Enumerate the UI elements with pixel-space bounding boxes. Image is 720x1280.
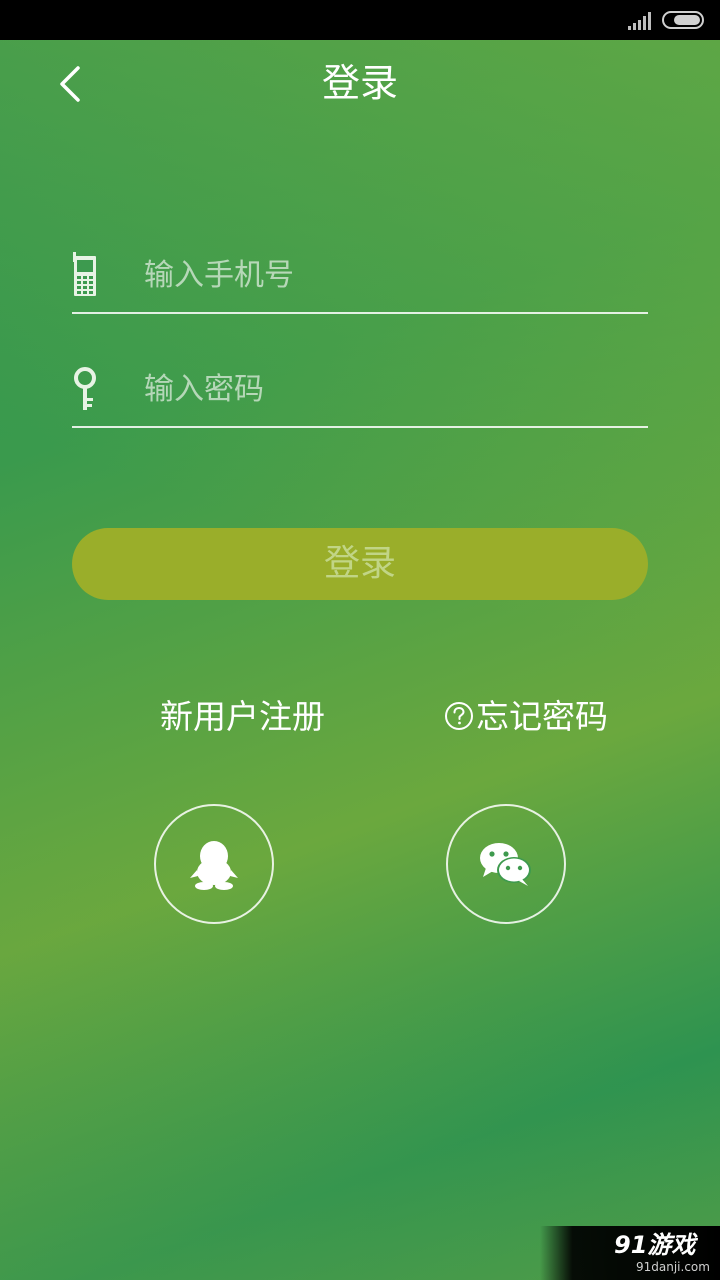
header: 登录 bbox=[0, 40, 720, 128]
key-icon bbox=[74, 367, 96, 410]
forgot-password-link[interactable]: 忘记密码 bbox=[444, 694, 608, 740]
forgot-password-label: 忘记密码 bbox=[476, 697, 608, 736]
register-link[interactable]: 新用户注册 bbox=[160, 694, 325, 740]
watermark-logo: 91游戏 bbox=[614, 1231, 696, 1259]
wechat-icon bbox=[480, 843, 531, 886]
qq-login-button[interactable] bbox=[154, 804, 274, 924]
battery-icon bbox=[662, 11, 704, 29]
page-title: 登录 bbox=[321, 61, 398, 105]
phone-field bbox=[72, 240, 648, 314]
question-circle-icon bbox=[445, 701, 473, 730]
watermark: 91游戏 91danji.com bbox=[540, 1226, 720, 1280]
status-bar bbox=[0, 0, 720, 40]
login-button[interactable]: 登录 bbox=[72, 528, 648, 600]
password-input[interactable] bbox=[144, 364, 644, 414]
phone-input[interactable] bbox=[144, 250, 644, 300]
background-overlay bbox=[0, 0, 720, 1280]
password-field bbox=[72, 354, 648, 428]
wechat-login-button[interactable] bbox=[446, 804, 566, 924]
qq-icon bbox=[190, 841, 238, 890]
signal-icon bbox=[628, 12, 651, 30]
mobile-phone-icon bbox=[73, 252, 96, 296]
watermark-url: 91danji.com bbox=[636, 1260, 710, 1274]
